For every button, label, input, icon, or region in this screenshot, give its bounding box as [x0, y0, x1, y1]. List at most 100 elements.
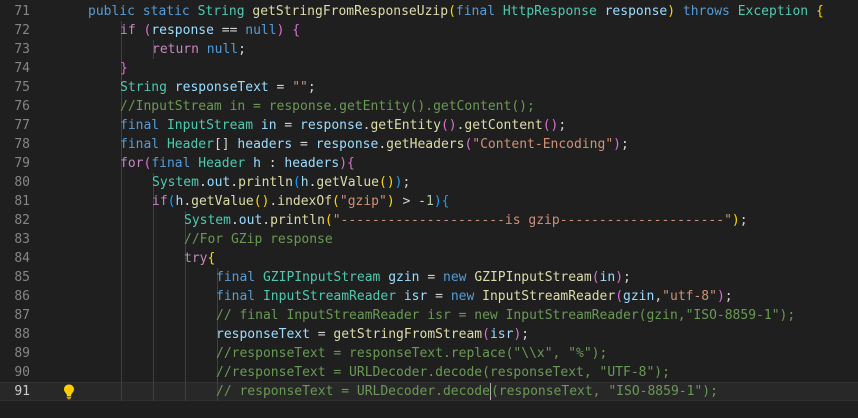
indent-guide: [153, 211, 154, 230]
indent-guide: [185, 306, 186, 325]
code-token: HttpResponse: [502, 4, 605, 19]
code-text: final InputStreamReader isr = new InputS…: [216, 287, 733, 306]
code-token: final: [216, 270, 263, 285]
code-line[interactable]: 75 String responseText = "";: [0, 78, 858, 97]
code-token: response: [151, 23, 222, 38]
code-token: getHeaders: [386, 137, 465, 152]
indent-guide: [185, 344, 186, 363]
code-token: InputStream: [166, 118, 261, 133]
code-line[interactable]: 76 //InputStream in = response.getEntity(…: [0, 97, 858, 116]
code-text: }: [120, 59, 128, 78]
code-token: (: [292, 175, 301, 190]
indent-guide: [121, 173, 122, 192]
code-line[interactable]: 91 // responseText = URLDecoder.decode(re…: [0, 382, 858, 401]
code-token: =: [300, 137, 316, 152]
code-text: //responseText = responseText.replace("\…: [216, 344, 607, 363]
code-text: //For GZip response: [184, 230, 333, 249]
code-token: ): [394, 175, 403, 190]
line-number: 90: [14, 365, 30, 380]
indent-guide: [153, 382, 154, 401]
code-token: {: [207, 251, 216, 266]
indent-guide: [153, 363, 154, 382]
indent-guide: [153, 306, 154, 325]
code-token: ): [339, 156, 348, 171]
code-token: out: [206, 175, 231, 190]
line-number: 71: [14, 4, 30, 19]
code-line[interactable]: 83 //For GZip response: [0, 230, 858, 249]
line-number: 79: [14, 156, 30, 171]
indent-guide: [153, 287, 154, 306]
code-line[interactable]: 90 //responseText = URLDecoder.decode(res…: [0, 363, 858, 382]
code-line[interactable]: 87 // final InputStreamReader isr = new I…: [0, 306, 858, 325]
indent-guide: [121, 192, 122, 211]
code-line[interactable]: 81 if(h.getValue().indexOf("gzip") > -1){: [0, 192, 858, 211]
code-line[interactable]: 71 public static String getStringFromResp…: [0, 2, 858, 21]
code-token: for: [120, 156, 144, 171]
code-token: (: [615, 289, 624, 304]
code-token: .: [183, 194, 192, 209]
code-token: :: [268, 156, 285, 171]
lightbulb-icon[interactable]: [62, 383, 76, 400]
code-token: ;: [620, 137, 629, 152]
code-token: final: [151, 156, 199, 171]
code-token: getEntity: [370, 118, 441, 133]
code-text: // responseText = URLDecoder.decode(resp…: [216, 382, 718, 401]
code-token: response: [315, 137, 379, 152]
code-token: ;: [238, 42, 246, 57]
code-line[interactable]: 73 return null;: [0, 40, 858, 59]
code-token: ;: [521, 327, 530, 342]
code-token: InputStreamReader: [262, 289, 404, 304]
indent-guide: [121, 287, 122, 306]
indent-guide: [121, 382, 122, 401]
code-token: ): [386, 194, 395, 209]
code-token: "Content-Encoding": [472, 137, 614, 152]
code-token: getStringFromResponseUzip: [252, 4, 449, 19]
code-line[interactable]: 85 final GZIPInputStream gzin = new GZIPI…: [0, 268, 858, 287]
code-token: throws: [682, 4, 738, 19]
code-token: =: [276, 80, 293, 95]
code-line[interactable]: 72 if (response == null) {: [0, 21, 858, 40]
code-token: (: [332, 194, 340, 209]
code-editor[interactable]: 71 public static String getStringFromResp…: [0, 0, 858, 418]
code-line[interactable]: 78 final Header[] headers = response.getH…: [0, 135, 858, 154]
code-token: gzin: [623, 289, 655, 304]
code-text: final GZIPInputStream gzin = new GZIPInp…: [216, 268, 631, 287]
code-token: responseText: [174, 80, 277, 95]
code-token: headers: [284, 156, 340, 171]
code-line[interactable]: 88 responseText = getStringFromStream(isr…: [0, 325, 858, 344]
code-token: (): [253, 194, 270, 209]
code-line[interactable]: 74}: [0, 59, 858, 78]
code-line[interactable]: 80 System.out.println(h.getValue());: [0, 173, 858, 192]
code-token: out: [238, 213, 263, 228]
code-token: (: [482, 327, 490, 342]
code-token: ;: [307, 80, 316, 95]
code-text: try{: [184, 249, 215, 268]
code-token: // responseText = URLDecoder.decode: [216, 384, 490, 399]
indent-guide: [153, 325, 154, 344]
code-line[interactable]: 79 for(final Header h : headers){: [0, 154, 858, 173]
line-number: 89: [14, 346, 30, 361]
code-line[interactable]: 82 System.out.println("------------------…: [0, 211, 858, 230]
code-token: null: [245, 23, 277, 38]
indent-guide: [185, 363, 186, 382]
indent-guide: [185, 287, 186, 306]
code-token: ): [615, 270, 624, 285]
code-text: if(h.getValue().indexOf("gzip") > -1){: [152, 192, 449, 211]
code-line[interactable]: 84 try{: [0, 249, 858, 268]
indent-guide: [185, 268, 186, 287]
code-line[interactable]: 89 //responseText = responseText.replace(…: [0, 344, 858, 363]
code-token: ): [433, 194, 442, 209]
code-line[interactable]: 77 final InputStream in = response.getEnt…: [0, 116, 858, 135]
line-number: 82: [14, 213, 30, 228]
code-token: indexOf: [277, 194, 333, 209]
code-token: ;: [558, 118, 567, 133]
code-token: (: [591, 270, 600, 285]
code-line[interactable]: 86 final InputStreamReader isr = new Inpu…: [0, 287, 858, 306]
code-token: //responseText = responseText.replace("\…: [216, 346, 608, 361]
line-number: 77: [14, 118, 30, 133]
code-text: final InputStream in = response.getEntit…: [120, 116, 566, 135]
code-token: =: [317, 327, 334, 342]
code-token: (): [542, 118, 559, 133]
code-token: //InputStream in = response.getEntity().…: [120, 99, 535, 114]
